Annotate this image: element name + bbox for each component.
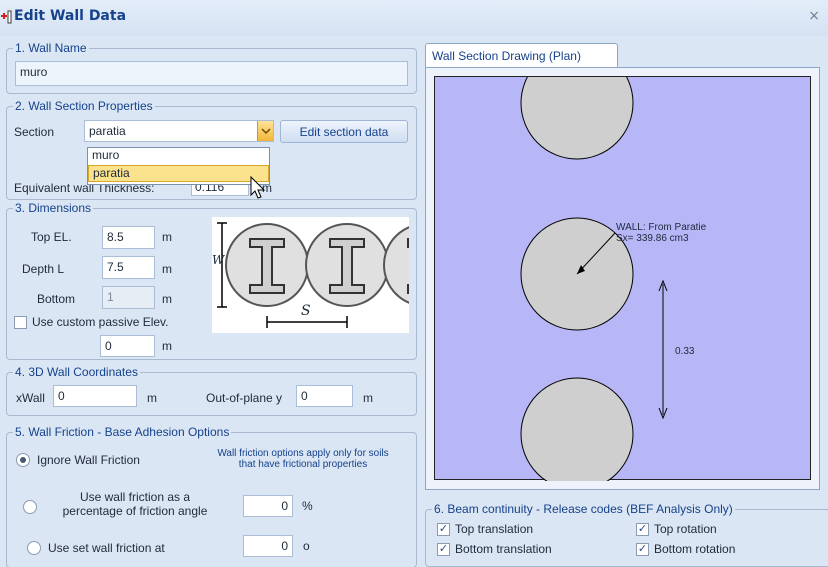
edit-section-data-button[interactable]: Edit section data bbox=[280, 120, 408, 143]
illustration-label-s: S bbox=[301, 303, 311, 319]
section-label: Section bbox=[14, 125, 55, 139]
out-of-plane-label: Out-of-plane y bbox=[206, 391, 283, 405]
depth-input[interactable]: 7.5 bbox=[102, 256, 155, 279]
set-friction-input[interactable]: 0 bbox=[243, 535, 293, 557]
xwall-input[interactable]: 0 bbox=[53, 385, 137, 407]
wall-name-legend: 1. Wall Name bbox=[13, 41, 89, 55]
mouse-cursor-icon bbox=[250, 176, 266, 199]
set-friction-label: Use set wall friction at bbox=[48, 541, 165, 555]
bottom-translation-checkbox[interactable]: ✓ bbox=[437, 543, 450, 556]
ignore-friction-label: Ignore Wall Friction bbox=[37, 453, 140, 467]
custom-passive-label: Use custom passive Elev. bbox=[32, 315, 169, 329]
out-of-plane-unit: m bbox=[363, 391, 373, 405]
percentage-friction-input[interactable]: 0 bbox=[243, 495, 293, 517]
custom-passive-unit: m bbox=[162, 339, 172, 353]
top-rotation-label: Top rotation bbox=[654, 522, 717, 536]
illustration-label-w: W bbox=[212, 253, 225, 267]
top-el-input[interactable]: 8.5 bbox=[102, 226, 155, 249]
bottom-translation-label: Bottom translation bbox=[455, 542, 552, 556]
window-title: Edit Wall Data bbox=[14, 8, 127, 24]
wall-annotation-line2: Sx= 339.86 cm3 bbox=[616, 233, 689, 244]
top-translation-label: Top translation bbox=[455, 522, 534, 536]
dimensions-legend: 3. Dimensions bbox=[13, 201, 94, 215]
dropdown-option-paratia[interactable]: paratia bbox=[88, 165, 269, 182]
bottom-rotation-label: Bottom rotation bbox=[654, 542, 736, 556]
ignore-friction-radio[interactable] bbox=[16, 453, 30, 467]
beam-continuity-legend: 6. Beam continuity - Release codes (BEF … bbox=[432, 502, 735, 516]
wall-name-input[interactable]: muro bbox=[15, 61, 408, 86]
drawing-panel: WALL: From Paratie Sx= 339.86 cm3 0.33 bbox=[425, 46, 820, 491]
top-el-unit: m bbox=[162, 230, 172, 244]
top-rotation-checkbox[interactable]: ✓ bbox=[636, 523, 649, 536]
close-button[interactable]: × bbox=[808, 8, 820, 24]
percentage-friction-radio[interactable] bbox=[23, 500, 37, 514]
bottom-rotation-checkbox[interactable]: ✓ bbox=[636, 543, 649, 556]
drawing-canvas: WALL: From Paratie Sx= 339.86 cm3 0.33 bbox=[434, 46, 811, 491]
percentage-friction-label: Use wall friction as a percentage of fri… bbox=[62, 490, 208, 518]
custom-passive-checkbox[interactable] bbox=[14, 316, 27, 329]
tab-wall-section-drawing[interactable]: Wall Section Drawing (Plan) bbox=[425, 43, 618, 68]
out-of-plane-input[interactable]: 0 bbox=[296, 385, 353, 407]
top-translation-checkbox[interactable]: ✓ bbox=[437, 523, 450, 536]
friction-legend: 5. Wall Friction - Base Adhesion Options bbox=[13, 425, 232, 439]
top-el-label: Top EL. bbox=[31, 230, 72, 244]
depth-unit: m bbox=[162, 262, 172, 276]
bottom-unit: m bbox=[162, 292, 172, 306]
plan-drawing bbox=[520, 46, 668, 491]
depth-label: Depth L bbox=[22, 262, 65, 276]
dropdown-option-muro[interactable]: muro bbox=[88, 148, 269, 165]
spacing-label: 0.33 bbox=[675, 346, 695, 357]
beam-continuity-group: 6. Beam continuity - Release codes (BEF … bbox=[425, 502, 828, 567]
wall-annotation-line1: WALL: From Paratie bbox=[616, 222, 707, 233]
set-friction-radio[interactable] bbox=[27, 541, 41, 555]
set-friction-unit: o bbox=[303, 539, 310, 553]
bottom-input: 1 bbox=[102, 286, 155, 309]
custom-passive-input[interactable]: 0 bbox=[100, 335, 155, 357]
bottom-label: Bottom bbox=[37, 292, 76, 306]
coordinates-legend: 4. 3D Wall Coordinates bbox=[13, 365, 140, 379]
friction-note: Wall friction options apply only for soi… bbox=[217, 448, 389, 470]
section-illustration: W S bbox=[212, 217, 409, 333]
section-dropdown-list: muro paratia bbox=[87, 147, 270, 185]
xwall-unit: m bbox=[147, 391, 157, 405]
section-properties-legend: 2. Wall Section Properties bbox=[13, 99, 155, 113]
section-select[interactable]: paratia bbox=[84, 120, 274, 142]
xwall-label: xWall bbox=[16, 391, 45, 405]
app-icon bbox=[1, 10, 12, 24]
chevron-down-icon[interactable] bbox=[257, 121, 273, 141]
percentage-unit: % bbox=[302, 499, 313, 513]
